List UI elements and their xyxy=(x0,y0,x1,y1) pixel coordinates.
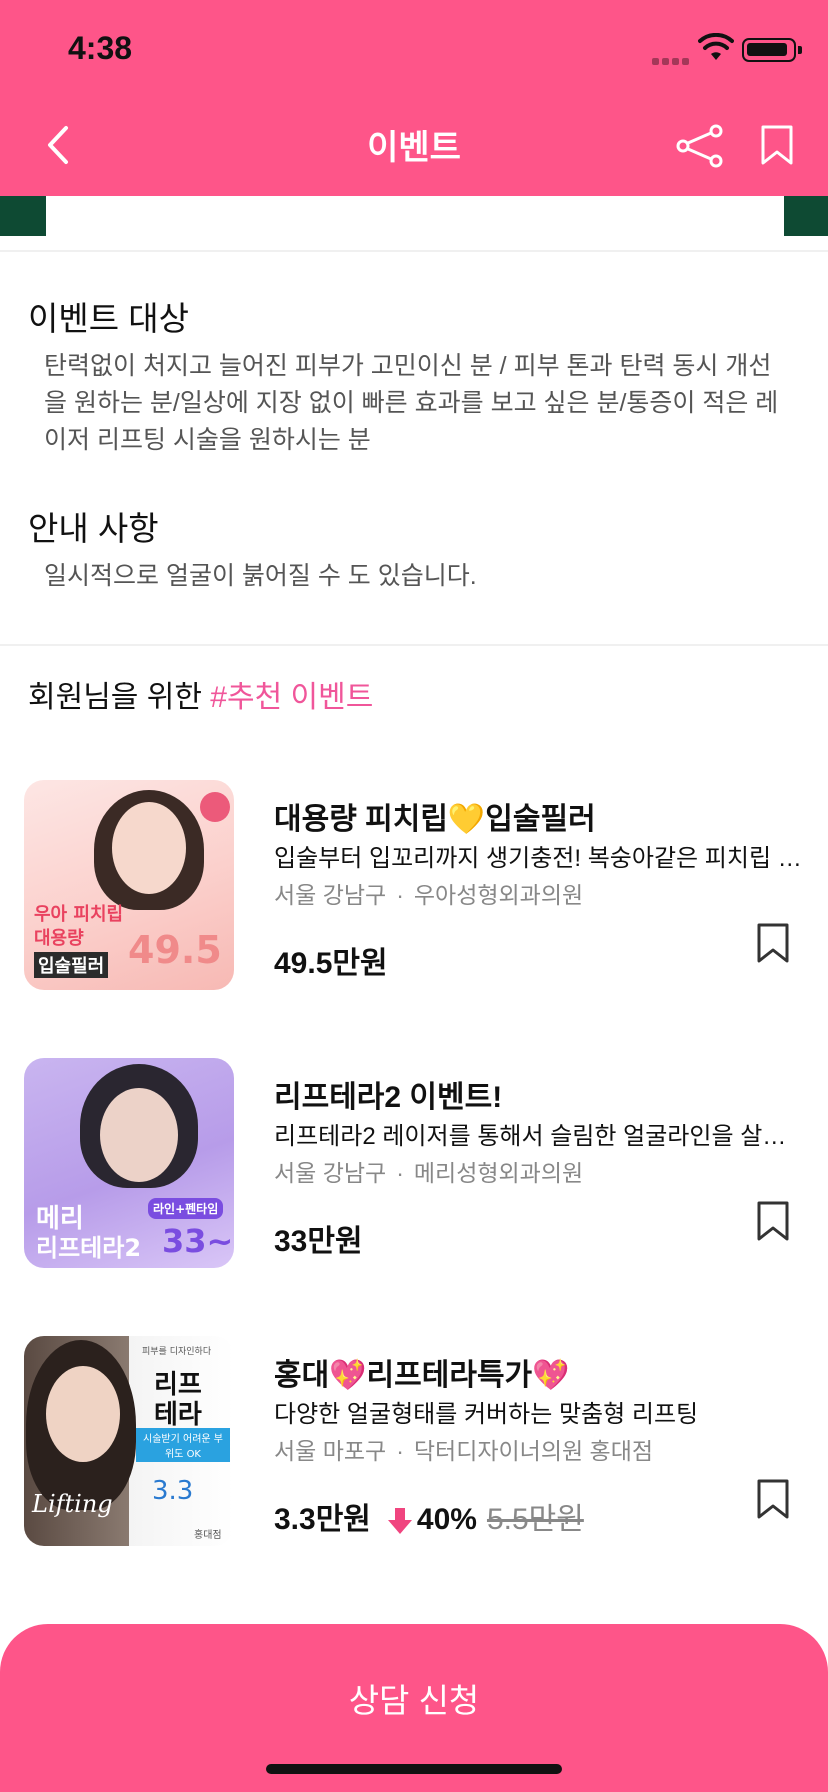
event-card[interactable]: 메리 리프테라2 라인+펜타임 33~ 리프테라2 이벤트! 리프테라2 레이저… xyxy=(0,1058,828,1268)
event-thumbnail[interactable]: 피부를 디자인하다 리프 테라 시술받기 어려운 부위도 OK 3.3 Lift… xyxy=(24,1336,234,1546)
event-price: 3.3만원 xyxy=(274,1503,371,1536)
divider xyxy=(0,644,828,646)
event-description: 다양한 얼굴형태를 커버하는 맞춤형 리프팅 xyxy=(274,1401,699,1428)
thumb-text: 입술필러 xyxy=(34,952,109,978)
event-location: 서울 강남구 · 우아성형외과의원 xyxy=(274,882,584,908)
event-region: 서울 강남구 xyxy=(274,882,387,908)
event-location: 서울 마포구 · 닥터디자이너의원 홍대점 xyxy=(274,1438,654,1464)
event-price: 49.5만원 xyxy=(274,947,388,980)
consult-request-label: 상담 신청 xyxy=(348,1682,480,1719)
event-title: 대용량 피치립💛입술필러 xyxy=(274,803,596,836)
cellular-signal-icon xyxy=(652,52,692,65)
bookmark-icon[interactable] xyxy=(756,1200,790,1242)
event-price: 33만원 xyxy=(274,1225,363,1258)
event-region: 서울 마포구 xyxy=(274,1438,387,1464)
event-original-price: 5.5만원 xyxy=(486,1503,584,1536)
target-body: 탄력없이 처지고 늘어진 피부가 고민이신 분 / 피부 톤과 탄력 동시 개선… xyxy=(44,352,779,454)
thumb-price: 33~ xyxy=(162,1222,234,1260)
notice-body: 일시적으로 얼굴이 붉어질 수 도 있습니다. xyxy=(44,562,477,590)
event-clinic: 메리성형외과의원 xyxy=(413,1160,584,1186)
event-region: 서울 강남구 xyxy=(274,1160,387,1186)
bookmark-button[interactable] xyxy=(760,124,794,166)
event-thumbnail[interactable]: 우아 피치립 대용량 입술필러 49.5 xyxy=(24,780,234,990)
status-time: 4:38 xyxy=(68,30,133,66)
down-arrow-icon xyxy=(387,1508,412,1535)
thumb-price: 49.5 xyxy=(128,928,222,972)
recommend-heading: 회원님을 위한 #추천 이벤트 xyxy=(28,672,373,716)
home-indicator xyxy=(266,1764,562,1774)
event-description: 리프테라2 레이저를 통해서 슬림한 얼굴라인을 살려드립니다 xyxy=(274,1123,804,1150)
bookmark-icon[interactable] xyxy=(756,922,790,964)
app-header: 4:38 이벤트 xyxy=(0,0,828,196)
event-card[interactable]: 피부를 디자인하다 리프 테라 시술받기 어려운 부위도 OK 3.3 Lift… xyxy=(0,1336,828,1546)
thumb-text: 우아 피치립 xyxy=(34,904,124,925)
thumb-price: 3.3 xyxy=(152,1476,194,1506)
thumb-caption: Lifting xyxy=(32,1490,113,1518)
recommend-hashtag[interactable]: #추천 이벤트 xyxy=(210,681,373,714)
event-thumbnail[interactable]: 메리 리프테라2 라인+펜타임 33~ xyxy=(24,1058,234,1268)
thumb-text: 대용량 xyxy=(34,928,84,949)
event-description: 입술부터 입꼬리까지 생기충전! 복숭아같은 피치립 입술필러 xyxy=(274,845,804,872)
event-title: 홍대💖리프테라특가💖 xyxy=(274,1359,570,1392)
banner-edge-left xyxy=(0,196,46,236)
battery-icon xyxy=(742,38,802,62)
recommend-prefix: 회원님을 위한 xyxy=(28,681,211,714)
banner-edge-right xyxy=(784,196,828,236)
thumb-text: 테라 xyxy=(154,1400,202,1430)
event-card[interactable]: 우아 피치립 대용량 입술필러 49.5 대용량 피치립💛입술필러 입술부터 입… xyxy=(0,780,828,990)
divider xyxy=(0,250,828,252)
thumb-text: 피부를 디자인하다 xyxy=(142,1347,212,1357)
event-clinic: 우아성형외과의원 xyxy=(413,882,584,908)
event-clinic: 닥터디자이너의원 홍대점 xyxy=(413,1438,654,1464)
thumb-text: 리프테라2 xyxy=(36,1234,142,1262)
bookmark-icon[interactable] xyxy=(756,1478,790,1520)
wifi-icon xyxy=(698,33,734,60)
event-discount: 40% xyxy=(416,1503,477,1536)
thumb-text: 홍대점 xyxy=(194,1530,222,1541)
notice-title: 안내 사항 xyxy=(28,510,159,547)
share-button[interactable] xyxy=(674,124,726,168)
event-title: 리프테라2 이벤트! xyxy=(274,1081,503,1114)
event-price-row: 3.3만원 40% 5.5만원 xyxy=(274,1494,584,1538)
event-location: 서울 강남구 · 메리성형외과의원 xyxy=(274,1160,584,1186)
thumb-tag: 시술받기 어려운 부위도 OK xyxy=(136,1428,230,1462)
thumb-tag: 라인+펜타임 xyxy=(148,1198,224,1219)
target-title: 이벤트 대상 xyxy=(28,300,189,337)
